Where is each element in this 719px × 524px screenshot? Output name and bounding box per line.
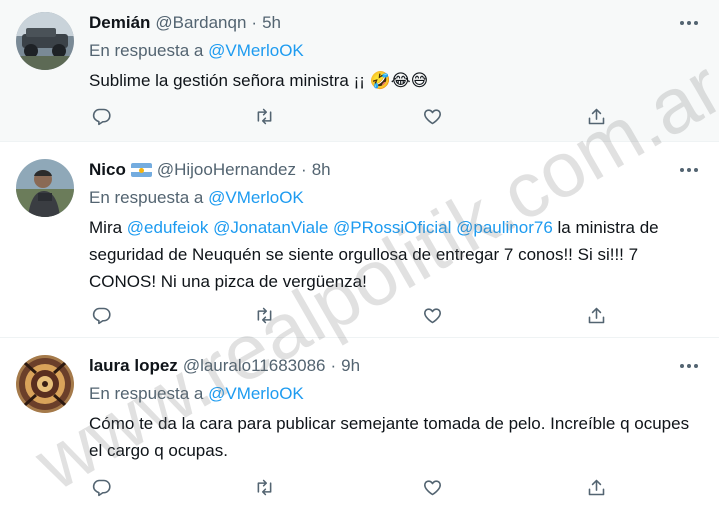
tweet-nico[interactable]: Nico @HijooHernandez · 8h En respuesta a…: [0, 143, 719, 338]
retweet-icon[interactable]: [252, 303, 276, 327]
tweet-header: Nico @HijooHernandez · 8h: [89, 159, 701, 181]
user-handle[interactable]: @Bardanqn: [155, 13, 246, 33]
user-handle[interactable]: @lauralo11683086: [183, 356, 326, 376]
user-handle[interactable]: @HijooHernandez: [157, 160, 296, 180]
tweet-actions: [89, 475, 609, 499]
heart-icon[interactable]: [420, 104, 444, 128]
tweet-laura-lopez[interactable]: laura lopez @lauralo11683086 · 9h En res…: [0, 339, 719, 524]
share-icon[interactable]: [584, 104, 608, 128]
separator: ·: [301, 160, 307, 179]
more-icon[interactable]: [677, 12, 701, 34]
mention-link[interactable]: @paulinor76: [456, 218, 553, 237]
mention-link[interactable]: @edufeiok: [127, 218, 209, 237]
reply-icon[interactable]: [89, 475, 113, 499]
timestamp[interactable]: 5h: [262, 13, 281, 33]
tweet-actions: [89, 104, 609, 128]
tweet-demian[interactable]: Demián @Bardanqn · 5h En respuesta a @VM…: [0, 0, 719, 142]
mention-link[interactable]: @JonatanViale: [213, 218, 328, 237]
tweet-text: Mira @edufeiok @JonatanViale @PRossiOfic…: [89, 214, 701, 295]
reply-prefix: En respuesta a: [89, 384, 204, 403]
reply-to-mention[interactable]: @VMerloOK: [208, 384, 304, 403]
reply-to-mention[interactable]: @VMerloOK: [208, 41, 304, 60]
heart-icon[interactable]: [420, 475, 444, 499]
reply-prefix: En respuesta a: [89, 188, 204, 207]
tweet-text-content: Sublime la gestión señora ministra ¡¡: [89, 71, 370, 90]
tweet-text: Cómo te da la cara para publicar semejan…: [89, 410, 701, 464]
avatar[interactable]: [16, 159, 74, 217]
tweet-header: laura lopez @lauralo11683086 · 9h: [89, 355, 701, 377]
reply-icon[interactable]: [89, 104, 113, 128]
reply-context: En respuesta a @VMerloOK: [89, 188, 701, 210]
heart-icon[interactable]: [420, 303, 444, 327]
tweet-text-prefix: Mira: [89, 218, 123, 237]
argentina-flag-icon: [130, 163, 152, 177]
separator: ·: [330, 356, 337, 375]
timestamp[interactable]: 9h: [341, 356, 360, 376]
reply-prefix: En respuesta a: [89, 41, 204, 60]
retweet-icon[interactable]: [252, 104, 276, 128]
mention-link[interactable]: @PRossiOficial: [333, 218, 451, 237]
reply-context: En respuesta a @VMerloOK: [89, 384, 701, 406]
share-icon[interactable]: [584, 475, 608, 499]
tweet-text: Sublime la gestión señora ministra ¡¡ 🤣😂…: [89, 67, 701, 94]
emoji-group: 🤣😂😅: [369, 71, 429, 90]
display-name[interactable]: Demián: [89, 13, 150, 33]
tweet-header: Demián @Bardanqn · 5h: [89, 12, 701, 34]
avatar[interactable]: [16, 12, 74, 70]
reply-to-mention[interactable]: @VMerloOK: [208, 188, 304, 207]
more-icon[interactable]: [677, 355, 701, 377]
display-name[interactable]: Nico: [89, 160, 126, 180]
separator: ·: [251, 13, 258, 32]
tweet-actions: [89, 303, 609, 327]
timestamp[interactable]: 8h: [312, 160, 331, 180]
avatar[interactable]: [16, 355, 74, 413]
reply-icon[interactable]: [89, 303, 113, 327]
share-icon[interactable]: [584, 303, 608, 327]
reply-context: En respuesta a @VMerloOK: [89, 41, 701, 63]
more-icon[interactable]: [677, 159, 701, 181]
retweet-icon[interactable]: [252, 475, 276, 499]
tweet-text-content: Cómo te da la cara para publicar semejan…: [89, 414, 690, 460]
display-name[interactable]: laura lopez: [89, 356, 178, 376]
